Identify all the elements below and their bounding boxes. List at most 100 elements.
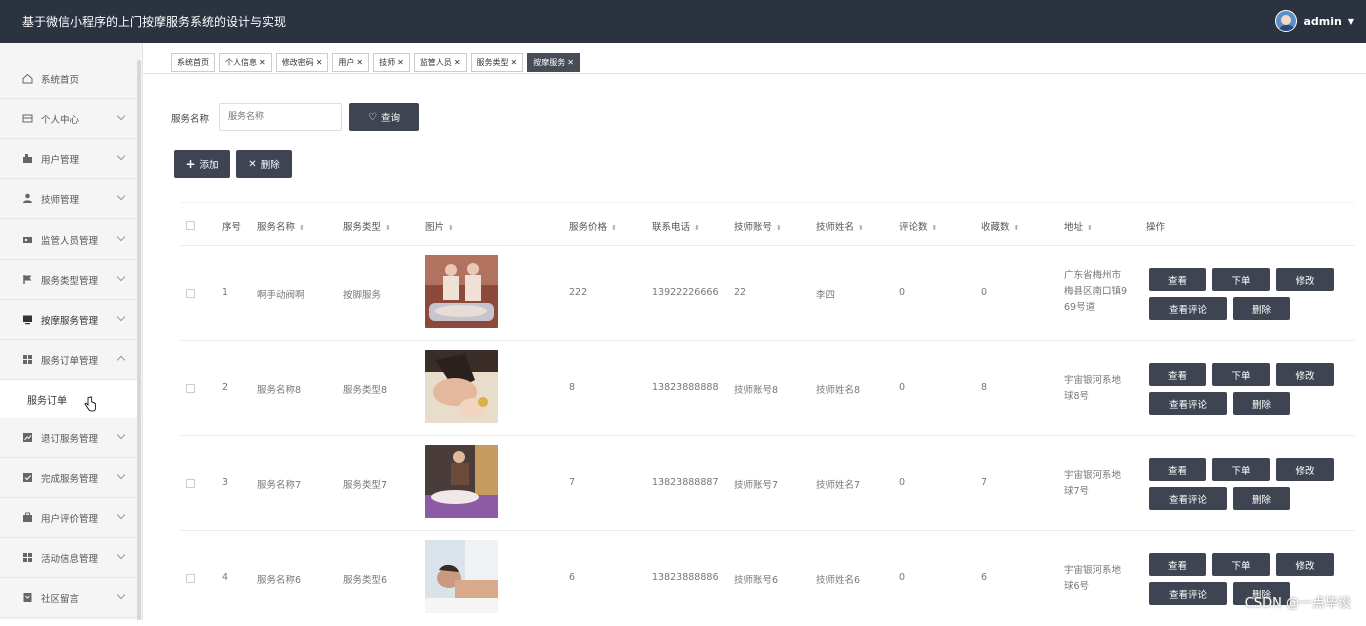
sort-icon[interactable]: ⬍	[1014, 224, 1020, 232]
avatar[interactable]	[1275, 10, 1298, 32]
close-icon[interactable]: ✕	[259, 58, 266, 67]
chevron-down-icon	[116, 590, 126, 600]
order-button[interactable]: 下单	[1212, 363, 1270, 386]
view-comments-button[interactable]: 查看评论	[1149, 487, 1227, 510]
sidebar-scrollbar[interactable]	[137, 60, 141, 620]
col-header-label: 评论数	[899, 222, 928, 233]
cell-comments: 0	[899, 287, 906, 298]
sidebar-item-community[interactable]: 社区留言	[0, 578, 138, 618]
order-button[interactable]: 下单	[1212, 268, 1270, 291]
cell-tech-name: 技师姓名6	[816, 575, 861, 586]
tab-change-password[interactable]: 修改密码 ✕	[275, 53, 329, 72]
username[interactable]: admin	[1303, 15, 1341, 28]
sidebar-item-cancellations[interactable]: 退订服务管理	[0, 418, 138, 458]
search-button[interactable]: ♡ 查询	[349, 103, 419, 131]
submenu-item-service-order[interactable]: 服务订单	[0, 380, 138, 418]
add-button[interactable]: + 添加	[174, 150, 230, 178]
caret-down-icon[interactable]: ▼	[1348, 17, 1354, 26]
close-icon[interactable]: ✕	[511, 58, 518, 67]
batch-delete-button[interactable]: ✕ 删除	[236, 150, 292, 178]
sidebar-item-service-orders[interactable]: 服务订单管理	[0, 340, 138, 380]
sort-icon[interactable]: ⬍	[448, 224, 454, 232]
col-header-comments[interactable]: 评论数 ⬍	[899, 219, 937, 233]
edit-button[interactable]: 修改	[1276, 363, 1334, 386]
close-icon[interactable]: ✕	[397, 58, 404, 67]
sidebar-item-technicians[interactable]: 技师管理	[0, 179, 138, 219]
sidebar-item-users[interactable]: 用户管理	[0, 139, 138, 179]
view-button[interactable]: 查看	[1149, 458, 1206, 481]
chevron-down-icon	[116, 272, 126, 282]
table-row: 4 服务名称6 服务类型6 6 13823888886 技师账号6 技师姓名6 …	[180, 531, 1355, 626]
tab-personal-info[interactable]: 个人信息 ✕	[219, 53, 272, 72]
delete-button[interactable]: 删除	[1233, 487, 1290, 510]
sort-icon[interactable]: ⬍	[932, 224, 938, 232]
col-header-account[interactable]: 技师账号 ⬍	[734, 219, 782, 233]
sidebar-item-supervisors[interactable]: 监管人员管理	[0, 220, 138, 260]
sidebar-item-label: 服务类型管理	[41, 275, 99, 287]
col-header-type[interactable]: 服务类型 ⬍	[343, 219, 391, 233]
close-icon[interactable]: ✕	[316, 58, 323, 67]
delete-button[interactable]: 删除	[1233, 392, 1290, 415]
sidebar-item-completed[interactable]: 完成服务管理	[0, 458, 138, 498]
close-icon[interactable]: ✕	[454, 58, 461, 67]
sidebar-item-service-types[interactable]: 服务类型管理	[0, 260, 138, 300]
user-menu[interactable]: admin ▼	[1275, 10, 1354, 32]
view-button[interactable]: 查看	[1149, 363, 1206, 386]
tab-home[interactable]: 系统首页	[171, 53, 215, 72]
tab-supervisors[interactable]: 监管人员 ✕	[413, 53, 467, 72]
col-header-price[interactable]: 服务价格 ⬍	[569, 219, 617, 233]
view-comments-button[interactable]: 查看评论	[1149, 392, 1227, 415]
sort-icon[interactable]: ⬍	[611, 224, 617, 232]
cell-comments: 0	[899, 572, 906, 583]
sidebar-item-label: 退订服务管理	[41, 433, 99, 445]
col-header-phone[interactable]: 联系电话 ⬍	[652, 219, 700, 233]
sort-icon[interactable]: ⬍	[1087, 224, 1093, 232]
view-button[interactable]: 查看	[1149, 268, 1206, 291]
service-photo	[425, 255, 498, 328]
edit-button[interactable]: 修改	[1276, 268, 1334, 291]
col-header-favorites[interactable]: 收藏数 ⬍	[981, 219, 1019, 233]
select-all-checkbox[interactable]	[186, 221, 195, 230]
col-header-address[interactable]: 地址 ⬍	[1064, 219, 1093, 233]
chevron-down-icon	[116, 191, 126, 201]
delete-button[interactable]: 删除	[1233, 297, 1290, 320]
sidebar-item-home[interactable]: 系统首页	[0, 59, 138, 99]
tab-users[interactable]: 用户 ✕	[332, 53, 370, 72]
tab-massage-services[interactable]: 按摩服务 ✕	[527, 53, 580, 72]
view-button[interactable]: 查看	[1149, 553, 1206, 576]
col-header-label: 服务价格	[569, 222, 608, 233]
sidebar-item-massage-services[interactable]: 按摩服务管理	[0, 300, 138, 340]
cell-type: 服务类型6	[343, 575, 388, 586]
sidebar-item-profile[interactable]: 个人中心	[0, 99, 138, 139]
close-icon[interactable]: ✕	[356, 58, 363, 67]
sort-icon[interactable]: ⬍	[776, 224, 782, 232]
sort-icon[interactable]: ⬍	[694, 224, 700, 232]
sort-icon[interactable]: ⬍	[299, 224, 305, 232]
tab-service-types[interactable]: 服务类型 ✕	[470, 53, 524, 72]
col-header-name[interactable]: 服务名称 ⬍	[257, 219, 305, 233]
order-button[interactable]: 下单	[1212, 458, 1270, 481]
tab-technicians[interactable]: 技师 ✕	[373, 53, 410, 72]
search-input[interactable]	[219, 103, 342, 131]
row-checkbox[interactable]	[186, 479, 195, 488]
sort-icon[interactable]: ⬍	[385, 224, 391, 232]
chevron-down-icon	[116, 550, 126, 560]
col-header-image[interactable]: 图片 ⬍	[425, 219, 454, 233]
view-comments-button[interactable]: 查看评论	[1149, 582, 1227, 605]
sort-icon[interactable]: ⬍	[858, 224, 864, 232]
order-button[interactable]: 下单	[1212, 553, 1270, 576]
col-header-tech-name[interactable]: 技师姓名 ⬍	[816, 219, 864, 233]
cell-type: 按脚服务	[343, 290, 382, 301]
edit-button[interactable]: 修改	[1276, 458, 1334, 481]
sidebar-item-activities[interactable]: 活动信息管理	[0, 538, 138, 578]
table-row: 2 服务名称8 服务类型8 8 13823888888 技师账号8 技师姓名8 …	[180, 341, 1355, 436]
row-checkbox[interactable]	[186, 574, 195, 583]
row-checkbox[interactable]	[186, 384, 195, 393]
row-checkbox[interactable]	[186, 289, 195, 298]
view-comments-button[interactable]: 查看评论	[1149, 297, 1227, 320]
search-button-label: 查询	[380, 113, 400, 124]
close-icon[interactable]: ✕	[567, 58, 574, 67]
edit-button[interactable]: 修改	[1276, 553, 1334, 576]
chevron-down-icon	[116, 111, 126, 121]
sidebar-item-reviews[interactable]: 用户评价管理	[0, 498, 138, 538]
